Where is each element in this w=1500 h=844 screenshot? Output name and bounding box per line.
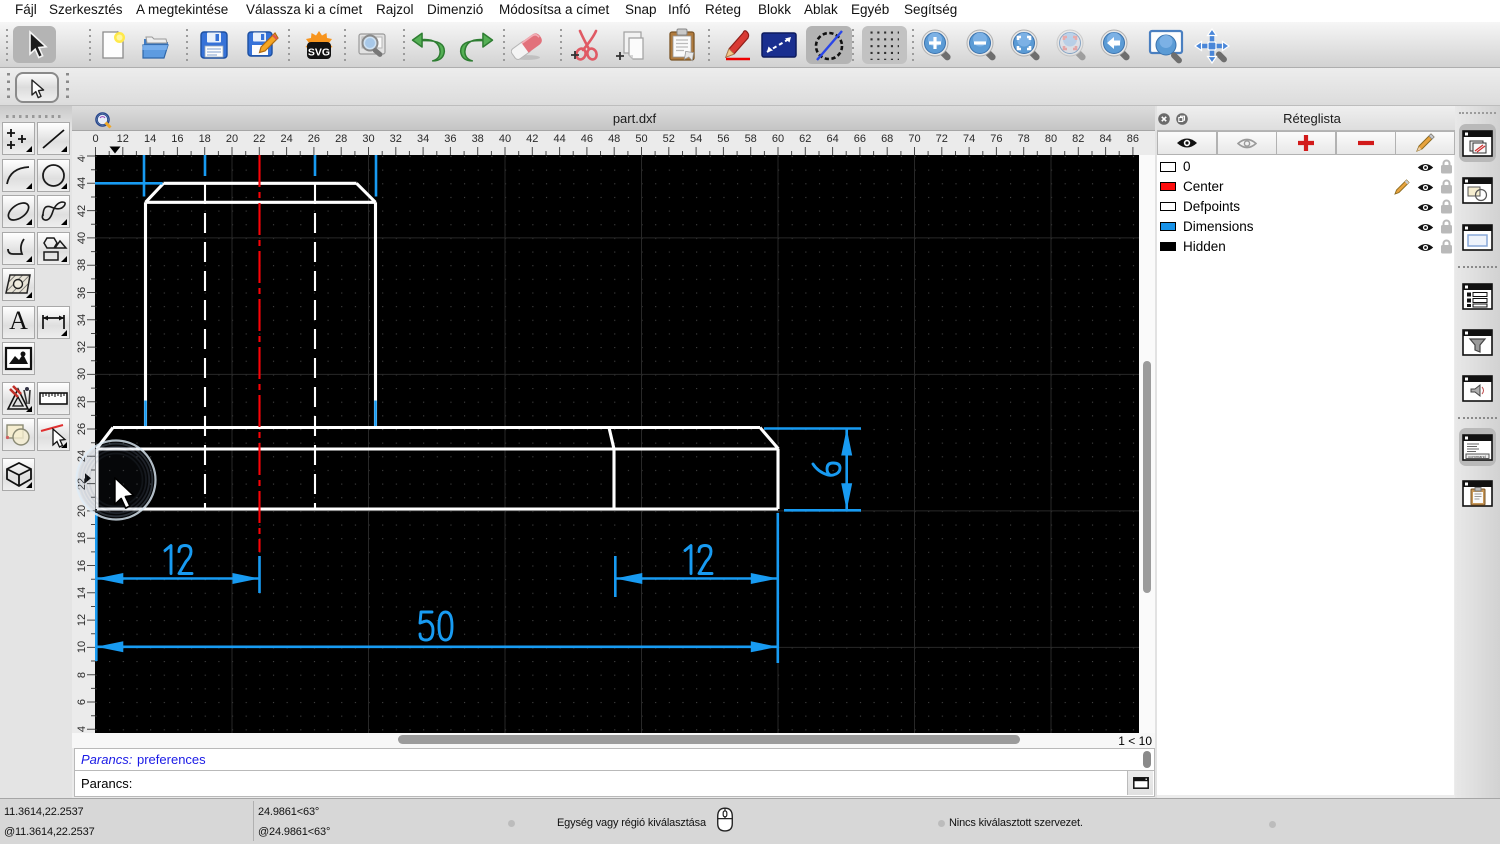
svg-text:SVG: SVG xyxy=(308,47,330,59)
svg-text:command: command xyxy=(1468,454,1486,459)
